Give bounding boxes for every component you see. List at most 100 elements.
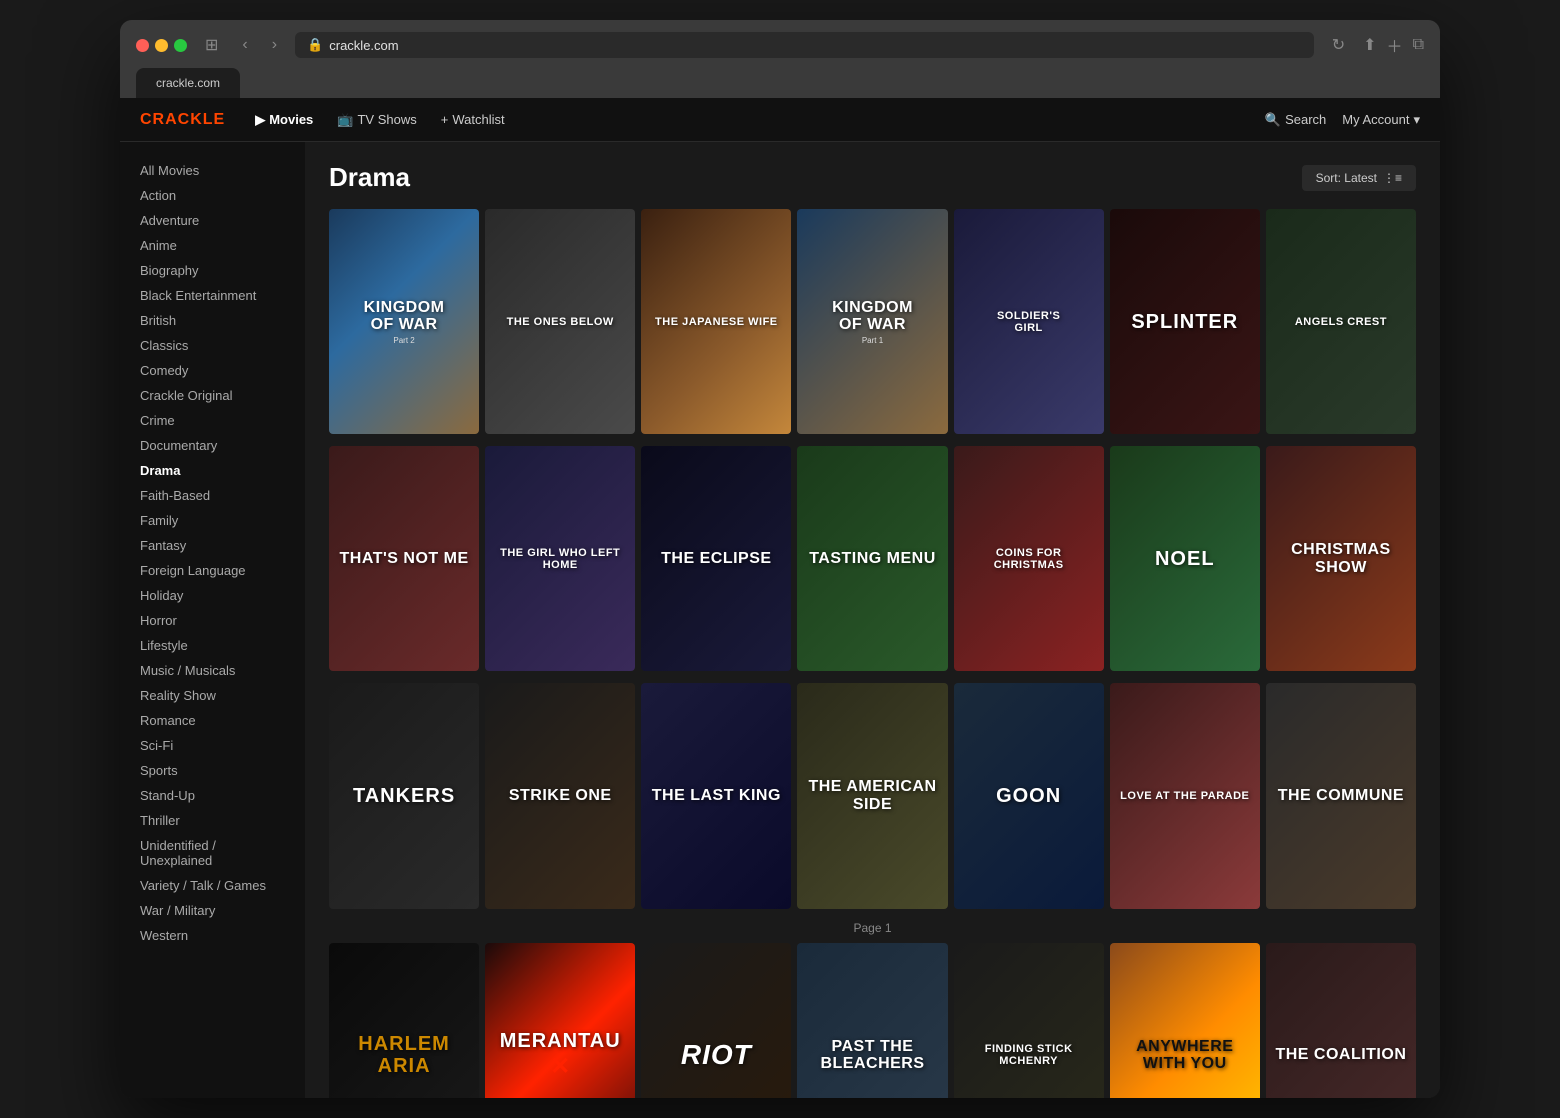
movie-card-soldiers-girl[interactable]: Soldier'sGirl — [954, 209, 1104, 434]
sidebar-item-action[interactable]: Action — [120, 183, 305, 208]
sidebar-item-foreign-language[interactable]: Foreign Language — [120, 558, 305, 583]
movie-card-noel[interactable]: NOEL — [1110, 446, 1260, 671]
movie-card-harlem-aria[interactable]: HARLEM ARIA — [329, 943, 479, 1098]
sidebar-item-thriller[interactable]: Thriller — [120, 808, 305, 833]
movie-card-love-parade[interactable]: Love at the Parade — [1110, 683, 1260, 908]
my-account-button[interactable]: My Account ▾ — [1342, 112, 1420, 128]
sidebar-item-anime[interactable]: Anime — [120, 233, 305, 258]
nav-tv-shows[interactable]: 📺 TV Shows — [337, 112, 416, 128]
movies-icon: ▶ — [255, 112, 265, 128]
sidebar-item-holiday[interactable]: Holiday — [120, 583, 305, 608]
browser-chrome: ⊞ ‹ › 🔒 crackle.com ↻ ⬆ ＋ ⧉ crackle.com — [120, 20, 1440, 98]
share-button[interactable]: ⬆ — [1363, 35, 1376, 55]
movie-card-girl-left-home[interactable]: The Girl Who Left Home — [485, 446, 635, 671]
nav-movies[interactable]: ▶ Movies — [255, 112, 313, 128]
sidebar-item-adventure[interactable]: Adventure — [120, 208, 305, 233]
sidebar-item-stand-up[interactable]: Stand-Up — [120, 783, 305, 808]
sidebar-item-variety[interactable]: Variety / Talk / Games — [120, 873, 305, 898]
movie-grid-row4: HARLEM ARIA MERANTAU ✕ RIOT — [329, 943, 1416, 1098]
tabs-button[interactable]: ⧉ — [1413, 36, 1424, 54]
movie-card-goon[interactable]: GOON — [954, 683, 1104, 908]
account-label: My Account — [1342, 112, 1409, 127]
movie-card-past-the-bleachers[interactable]: Past The Bleachers — [797, 943, 947, 1098]
minimize-button[interactable] — [155, 39, 168, 52]
sidebar-item-crime[interactable]: Crime — [120, 408, 305, 433]
sidebar-item-romance[interactable]: Romance — [120, 708, 305, 733]
movie-card-tankers[interactable]: TANKERS — [329, 683, 479, 908]
movie-card-american-side[interactable]: THE AMERICAN SIDE — [797, 683, 947, 908]
app-header: CRACKLE ▶ Movies 📺 TV Shows + Watchlist … — [120, 98, 1440, 142]
back-button[interactable]: ‹ — [236, 34, 253, 56]
movie-card-stick-mchenry[interactable]: Finding Stick McHenry — [954, 943, 1104, 1098]
sidebar-item-music-musicals[interactable]: Music / Musicals — [120, 658, 305, 683]
movie-card-coalition[interactable]: The COALITION — [1266, 943, 1416, 1098]
page-indicator: Page 1 — [329, 921, 1416, 935]
sort-icon: ⋮≡ — [1383, 171, 1402, 185]
movie-card-tasting-menu[interactable]: TASTING MENU — [797, 446, 947, 671]
movie-card-merantau[interactable]: MERANTAU ✕ — [485, 943, 635, 1098]
movie-card-angels-crest[interactable]: ANGELS CREST — [1266, 209, 1416, 434]
sidebar-item-western[interactable]: Western — [120, 923, 305, 948]
movie-card-kingdom-war-1[interactable]: KINGDOMOF WAR Part 1 — [797, 209, 947, 434]
sidebar-item-all-movies[interactable]: All Movies — [120, 158, 305, 183]
sidebar-item-documentary[interactable]: Documentary — [120, 433, 305, 458]
chevron-down-icon: ▾ — [1413, 112, 1420, 128]
reload-button[interactable]: ↻ — [1326, 33, 1351, 57]
movie-card-splinter[interactable]: SPLINTER — [1110, 209, 1260, 434]
tv-icon: 📺 — [337, 112, 353, 128]
sidebar-item-reality-show[interactable]: Reality Show — [120, 683, 305, 708]
crackle-logo: CRACKLE — [140, 111, 225, 129]
sidebar-item-crackle-original[interactable]: Crackle Original — [120, 383, 305, 408]
sidebar-item-unidentified[interactable]: Unidentified / Unexplained — [120, 833, 305, 873]
browser-tabs: crackle.com — [136, 68, 1424, 98]
sidebar-item-faith-based[interactable]: Faith-Based — [120, 483, 305, 508]
movie-grid-row1: KINGDOMOF WAR Part 2 THE ONES BELOW THE … — [329, 209, 1416, 434]
movie-card-commune[interactable]: THE COMMUNE — [1266, 683, 1416, 908]
watchlist-label: Watchlist — [452, 112, 504, 127]
sort-button[interactable]: Sort: Latest ⋮≡ — [1302, 165, 1416, 191]
main-nav: ▶ Movies 📺 TV Shows + Watchlist — [255, 112, 504, 128]
sidebar-item-drama[interactable]: Drama — [120, 458, 305, 483]
sidebar-item-war-military[interactable]: War / Military — [120, 898, 305, 923]
sidebar-item-comedy[interactable]: Comedy — [120, 358, 305, 383]
traffic-lights — [136, 39, 187, 52]
sidebar-item-lifestyle[interactable]: Lifestyle — [120, 633, 305, 658]
header-right: 🔍 Search My Account ▾ — [1265, 112, 1420, 128]
sidebar-toggle-button[interactable]: ⊞ — [199, 33, 224, 57]
address-bar[interactable]: 🔒 crackle.com — [295, 32, 1314, 58]
new-tab-button[interactable]: ＋ — [1387, 33, 1403, 57]
search-label: Search — [1285, 112, 1326, 127]
movie-card-ones-below[interactable]: THE ONES BELOW — [485, 209, 635, 434]
movie-card-thats-not-me[interactable]: THAT'S NOT ME — [329, 446, 479, 671]
movie-card-last-king[interactable]: THE LAST KING — [641, 683, 791, 908]
tv-label: TV Shows — [357, 112, 416, 127]
nav-watchlist[interactable]: + Watchlist — [441, 112, 505, 127]
movie-card-japanese-wife[interactable]: THE JAPANESE WIFE — [641, 209, 791, 434]
sidebar-item-horror[interactable]: Horror — [120, 608, 305, 633]
sidebar-item-sports[interactable]: Sports — [120, 758, 305, 783]
sidebar-item-classics[interactable]: Classics — [120, 333, 305, 358]
active-tab[interactable]: crackle.com — [136, 68, 240, 98]
sidebar-item-biography[interactable]: Biography — [120, 258, 305, 283]
movie-card-riot[interactable]: RIOT — [641, 943, 791, 1098]
sidebar-item-fantasy[interactable]: Fantasy — [120, 533, 305, 558]
movie-card-coins-christmas[interactable]: Coins for Christmas — [954, 446, 1104, 671]
forward-button[interactable]: › — [266, 34, 283, 56]
movie-card-eclipse[interactable]: The Eclipse — [641, 446, 791, 671]
content-header: Drama Sort: Latest ⋮≡ — [329, 162, 1416, 193]
sidebar-item-family[interactable]: Family — [120, 508, 305, 533]
movie-card-anywhere-with-you[interactable]: Anywhere with You — [1110, 943, 1260, 1098]
maximize-button[interactable] — [174, 39, 187, 52]
sidebar-item-black-entertainment[interactable]: Black Entertainment — [120, 283, 305, 308]
sidebar-item-british[interactable]: British — [120, 308, 305, 333]
search-button[interactable]: 🔍 Search — [1265, 112, 1326, 128]
movie-grid-row3: TANKERS STRIKE ONE THE LAST KING — [329, 683, 1416, 908]
content-area: Drama Sort: Latest ⋮≡ KINGDOMOF WAR Part… — [305, 142, 1440, 1098]
movie-card-christmas-show[interactable]: Christmas Show — [1266, 446, 1416, 671]
section-title: Drama — [329, 162, 410, 193]
movie-card-kingdom-war-2[interactable]: KINGDOMOF WAR Part 2 — [329, 209, 479, 434]
close-button[interactable] — [136, 39, 149, 52]
sidebar-item-sci-fi[interactable]: Sci-Fi — [120, 733, 305, 758]
sort-label: Sort: Latest — [1316, 171, 1377, 185]
movie-card-strike-one[interactable]: STRIKE ONE — [485, 683, 635, 908]
